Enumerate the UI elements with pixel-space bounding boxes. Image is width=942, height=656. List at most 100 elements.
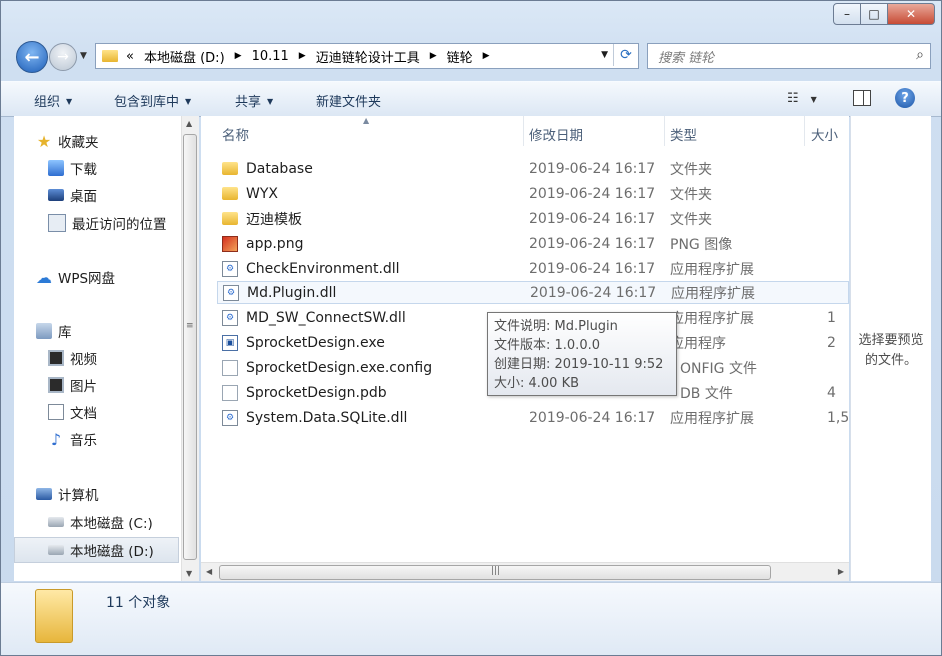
column-name[interactable]: 名称 [222,124,249,144]
file-date: 2019-06-24 16:17 [529,235,656,252]
nav-drive-d[interactable]: 本地磁盘 (D:) [14,537,179,563]
scroll-left-arrow[interactable]: ◀ [206,567,212,576]
new-folder-button[interactable]: 新建文件夹 [316,91,381,110]
breadcrumb-item-sprocket[interactable]: 链轮 [447,47,473,66]
tooltip-size: 大小: 4.00 KB [494,376,580,391]
navigation-pane-scrollbar[interactable]: ▲ ≡ ▼ [181,116,199,581]
window-controls: – □ ✕ [833,3,935,25]
nav-desktop-label: 桌面 [70,189,97,205]
column-size[interactable]: 大小 [811,124,838,144]
nav-documents[interactable]: 文档 [48,400,97,424]
scroll-right-arrow[interactable]: ▶ [838,567,844,576]
drive-icon [48,517,64,527]
nav-music[interactable]: ♪ 音乐 [48,427,97,451]
maximize-button[interactable]: □ [861,3,888,25]
nav-desktop[interactable]: 桌面 [48,183,97,207]
computer-icon [36,488,52,500]
nav-documents-label: 文档 [70,406,97,422]
navigation-bar: ← → ▼ « 本地磁盘 (D:) ▶ 10.11 ▶ 迈迪链轮设计工具 ▶ 链… [1,37,941,75]
file-name: System.Data.SQLite.dll [246,409,408,426]
file-name: MD_SW_ConnectSW.dll [246,309,406,326]
item-count: 11 个对象 [106,595,171,611]
nav-computer[interactable]: 计算机 [36,482,99,506]
address-bar[interactable]: « 本地磁盘 (D:) ▶ 10.11 ▶ 迈迪链轮设计工具 ▶ 链轮 ▶ ▼ … [95,43,639,69]
file-type: 应用程序扩展 [670,310,754,327]
column-date[interactable]: 修改日期 [529,124,583,144]
horizontal-scrollbar[interactable]: ◀ ||| ▶ [201,562,849,581]
file-row[interactable]: 迈迪模板 2019-06-24 16:17 文件夹 [217,207,849,230]
picture-icon [48,377,64,393]
file-row[interactable]: WYX 2019-06-24 16:17 文件夹 [217,182,849,205]
file-date: 2019-06-24 16:17 [529,160,656,177]
tooltip-created: 创建日期: 2019-10-11 9:52 [494,357,664,372]
forward-button[interactable]: → [49,43,77,71]
scroll-down-arrow[interactable]: ▼ [186,569,192,578]
tooltip-version: 文件版本: 1.0.0.0 [494,338,600,353]
search-icon[interactable]: ⌕ [916,47,924,63]
nav-wps-label: WPS网盘 [58,271,116,287]
file-type: 文件夹 [670,186,712,203]
organize-button[interactable]: 组织 ▼ [34,91,72,110]
file-icon [222,359,238,376]
command-bar: 组织 ▼ 包含到库中 ▼ 共享 ▼ 新建文件夹 ☷ ▼ ? [1,81,941,117]
search-box[interactable]: 搜索 链轮 ⌕ [647,43,931,69]
column-type[interactable]: 类型 [670,124,697,144]
chevron-right-icon[interactable]: ▶ [235,51,242,61]
chevron-right-icon[interactable]: ▶ [483,51,490,61]
file-type: ONFIG 文件 [680,360,757,377]
file-name: Md.Plugin.dll [247,284,337,301]
nav-favorites[interactable]: ★ 收藏夹 [36,129,99,153]
file-row-hovered[interactable]: ⚙ Md.Plugin.dll 2019-06-24 16:17 应用程序扩展 [217,281,849,304]
recent-pages-button[interactable]: ▼ [80,51,87,61]
breadcrumb-overflow[interactable]: « [126,49,134,64]
file-type: 文件夹 [670,161,712,178]
scroll-up-arrow[interactable]: ▲ [186,119,192,128]
nav-libraries[interactable]: 库 [36,319,72,343]
preview-pane-toggle[interactable] [853,90,871,106]
change-view-button[interactable]: ☷ ▼ [787,91,817,106]
file-row[interactable]: ⚙ CheckEnvironment.dll 2019-06-24 16:17 应用程… [217,257,849,280]
file-row[interactable]: app.png 2019-06-24 16:17 PNG 图像 [217,232,849,255]
chevron-right-icon[interactable]: ▶ [299,51,306,61]
refresh-button[interactable]: ⟳ [613,44,638,66]
nav-videos[interactable]: 视频 [48,346,97,370]
breadcrumb-item-maidi-tool[interactable]: 迈迪链轮设计工具 [316,47,420,66]
sort-ascending-icon: ▲ [363,116,370,125]
address-history-dropdown[interactable]: ▼ [601,50,608,60]
nav-recent-places[interactable]: 最近访问的位置 [48,211,167,235]
search-input[interactable]: 搜索 链轮 [658,47,714,66]
drive-icon [48,545,64,555]
column-divider[interactable] [664,116,665,146]
nav-drive-c[interactable]: 本地磁盘 (C:) [48,510,153,534]
minimize-button[interactable]: – [833,3,861,25]
breadcrumb-item-drive-d[interactable]: 本地磁盘 (D:) [144,47,225,66]
scrollbar-thumb[interactable] [183,134,197,560]
file-row[interactable]: ⚙ System.Data.SQLite.dll 2019-06-24 16:17 应… [217,406,849,429]
file-name: SprocketDesign.exe.config [246,359,433,376]
nav-libraries-label: 库 [58,325,72,341]
breadcrumb-item-10-11[interactable]: 10.11 [252,49,289,64]
desktop-icon [48,189,64,201]
include-library-button[interactable]: 包含到库中 ▼ [114,91,191,110]
chevron-right-icon[interactable]: ▶ [430,51,437,61]
close-button[interactable]: ✕ [888,3,935,25]
back-button[interactable]: ← [16,41,48,73]
nav-wps-cloud[interactable]: ☁ WPS网盘 [36,265,115,289]
help-button[interactable]: ? [895,88,915,108]
file-name: app.png [246,235,304,252]
file-name: WYX [246,185,278,202]
nav-downloads[interactable]: 下载 [48,156,97,180]
download-folder-icon [48,160,64,176]
column-divider[interactable] [523,116,524,146]
chevron-down-icon: ▼ [66,97,73,106]
preview-message-line: 的文件。 [864,353,917,368]
tooltip-description: 文件说明: Md.Plugin [494,319,618,334]
file-date: 2019-06-24 16:17 [530,284,657,301]
nav-pictures[interactable]: 图片 [48,373,97,397]
share-button[interactable]: 共享 ▼ [235,91,273,110]
file-row[interactable]: Database 2019-06-24 16:17 文件夹 [217,157,849,180]
folder-icon [222,212,238,225]
grip-icon: ≡ [186,321,194,331]
column-divider[interactable] [804,116,805,146]
dll-file-icon: ⚙ [222,409,238,426]
